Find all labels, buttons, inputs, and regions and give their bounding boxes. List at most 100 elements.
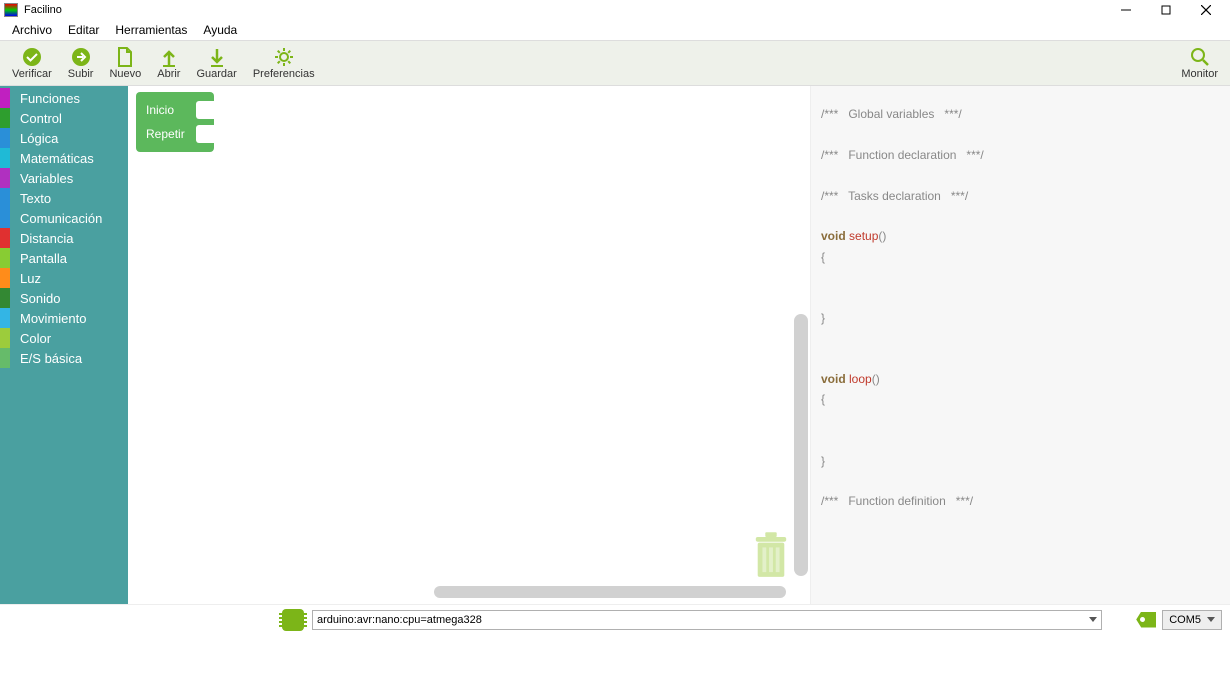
category-swatch bbox=[0, 128, 10, 148]
category-label: Matemáticas bbox=[20, 151, 94, 166]
category-item[interactable]: Color bbox=[0, 328, 128, 348]
vertical-scrollbar[interactable] bbox=[794, 314, 808, 576]
category-label: Luz bbox=[20, 271, 41, 286]
category-swatch bbox=[0, 88, 10, 108]
monitor-button[interactable]: Monitor bbox=[1173, 44, 1226, 82]
maximize-button[interactable] bbox=[1146, 0, 1186, 20]
category-swatch bbox=[0, 348, 10, 368]
close-button[interactable] bbox=[1186, 0, 1226, 20]
category-label: Distancia bbox=[20, 231, 73, 246]
category-label: Texto bbox=[20, 191, 51, 206]
new-button[interactable]: Nuevo bbox=[101, 44, 149, 82]
menu-herramientas[interactable]: Herramientas bbox=[107, 23, 195, 37]
category-swatch bbox=[0, 308, 10, 328]
code-text: () bbox=[878, 229, 886, 243]
tag-icon bbox=[1136, 612, 1156, 628]
category-swatch bbox=[0, 168, 10, 188]
horizontal-scrollbar[interactable] bbox=[434, 586, 786, 598]
category-label: Color bbox=[20, 331, 51, 346]
category-swatch bbox=[0, 208, 10, 228]
save-label: Guardar bbox=[196, 68, 236, 80]
monitor-label: Monitor bbox=[1181, 68, 1218, 80]
blocks-workspace[interactable]: Inicio Repetir bbox=[128, 86, 810, 604]
code-brace: } bbox=[821, 454, 825, 468]
category-item[interactable]: Sonido bbox=[0, 288, 128, 308]
category-item[interactable]: Lógica bbox=[0, 128, 128, 148]
minimize-button[interactable] bbox=[1106, 0, 1146, 20]
setup-loop-block[interactable]: Inicio Repetir bbox=[136, 92, 214, 152]
category-item[interactable]: Variables bbox=[0, 168, 128, 188]
arrow-right-icon bbox=[71, 46, 91, 68]
verify-button[interactable]: Verificar bbox=[4, 44, 60, 82]
menu-editar[interactable]: Editar bbox=[60, 23, 107, 37]
new-label: Nuevo bbox=[109, 68, 141, 80]
category-swatch bbox=[0, 268, 10, 288]
status-bar: arduino:avr:nano:cpu=atmega328 COM5 bbox=[0, 604, 1230, 634]
block-notch bbox=[196, 125, 214, 143]
block-notch bbox=[196, 101, 214, 119]
check-icon bbox=[22, 46, 42, 68]
code-keyword: void bbox=[821, 372, 849, 386]
chevron-down-icon bbox=[1207, 617, 1215, 622]
category-sidebar: Funciones Control Lógica Matemáticas Variabl… bbox=[0, 86, 128, 604]
block-repetir-label: Repetir bbox=[146, 127, 185, 141]
code-keyword: void bbox=[821, 229, 849, 243]
code-text: () bbox=[872, 372, 880, 386]
menu-archivo[interactable]: Archivo bbox=[4, 23, 60, 37]
gear-icon bbox=[274, 46, 294, 68]
category-item[interactable]: Funciones bbox=[0, 88, 128, 108]
category-label: Variables bbox=[20, 171, 73, 186]
chevron-down-icon bbox=[1089, 617, 1097, 622]
upload-button[interactable]: Subir bbox=[60, 44, 102, 82]
trash-icon[interactable] bbox=[752, 531, 790, 584]
port-value: COM5 bbox=[1169, 614, 1201, 626]
preferences-label: Preferencias bbox=[253, 68, 315, 80]
board-selector[interactable]: arduino:avr:nano:cpu=atmega328 bbox=[312, 610, 1102, 630]
board-value: arduino:avr:nano:cpu=atmega328 bbox=[317, 614, 482, 626]
category-item[interactable]: Texto bbox=[0, 188, 128, 208]
code-function: setup bbox=[849, 229, 878, 243]
category-swatch bbox=[0, 188, 10, 208]
menu-ayuda[interactable]: Ayuda bbox=[195, 23, 245, 37]
category-item[interactable]: Pantalla bbox=[0, 248, 128, 268]
category-label: Lógica bbox=[20, 131, 58, 146]
category-label: Sonido bbox=[20, 291, 60, 306]
code-brace: { bbox=[821, 250, 825, 264]
category-item[interactable]: Distancia bbox=[0, 228, 128, 248]
app-icon bbox=[4, 3, 18, 17]
upload-label: Subir bbox=[68, 68, 94, 80]
file-icon bbox=[117, 46, 133, 68]
block-inicio-label: Inicio bbox=[146, 103, 174, 117]
magnifier-icon bbox=[1190, 46, 1210, 68]
chip-icon bbox=[282, 609, 304, 631]
category-item[interactable]: Matemáticas bbox=[0, 148, 128, 168]
category-swatch bbox=[0, 228, 10, 248]
port-selector[interactable]: COM5 bbox=[1162, 610, 1222, 630]
code-comment: /*** Global variables ***/ bbox=[821, 107, 962, 121]
category-item[interactable]: E/S básica bbox=[0, 348, 128, 368]
open-label: Abrir bbox=[157, 68, 180, 80]
arrow-down-icon bbox=[210, 46, 224, 68]
category-item[interactable]: Comunicación bbox=[0, 208, 128, 228]
category-item[interactable]: Movimiento bbox=[0, 308, 128, 328]
arrow-up-icon bbox=[162, 46, 176, 68]
window-title: Facilino bbox=[24, 4, 1106, 16]
category-label: Comunicación bbox=[20, 211, 102, 226]
category-item[interactable]: Luz bbox=[0, 268, 128, 288]
save-button[interactable]: Guardar bbox=[188, 44, 244, 82]
preferences-button[interactable]: Preferencias bbox=[245, 44, 323, 82]
verify-label: Verificar bbox=[12, 68, 52, 80]
code-function: loop bbox=[849, 372, 872, 386]
category-swatch bbox=[0, 248, 10, 268]
category-swatch bbox=[0, 148, 10, 168]
code-panel: /*** Global variables ***/ /*** Function… bbox=[810, 86, 1230, 604]
category-item[interactable]: Control bbox=[0, 108, 128, 128]
category-label: Control bbox=[20, 111, 62, 126]
code-comment: /*** Function definition ***/ bbox=[821, 494, 973, 508]
code-comment: /*** Tasks declaration ***/ bbox=[821, 189, 968, 203]
category-swatch bbox=[0, 328, 10, 348]
menu-bar: Archivo Editar Herramientas Ayuda bbox=[0, 20, 1230, 40]
open-button[interactable]: Abrir bbox=[149, 44, 188, 82]
title-bar: Facilino bbox=[0, 0, 1230, 20]
code-brace: } bbox=[821, 311, 825, 325]
